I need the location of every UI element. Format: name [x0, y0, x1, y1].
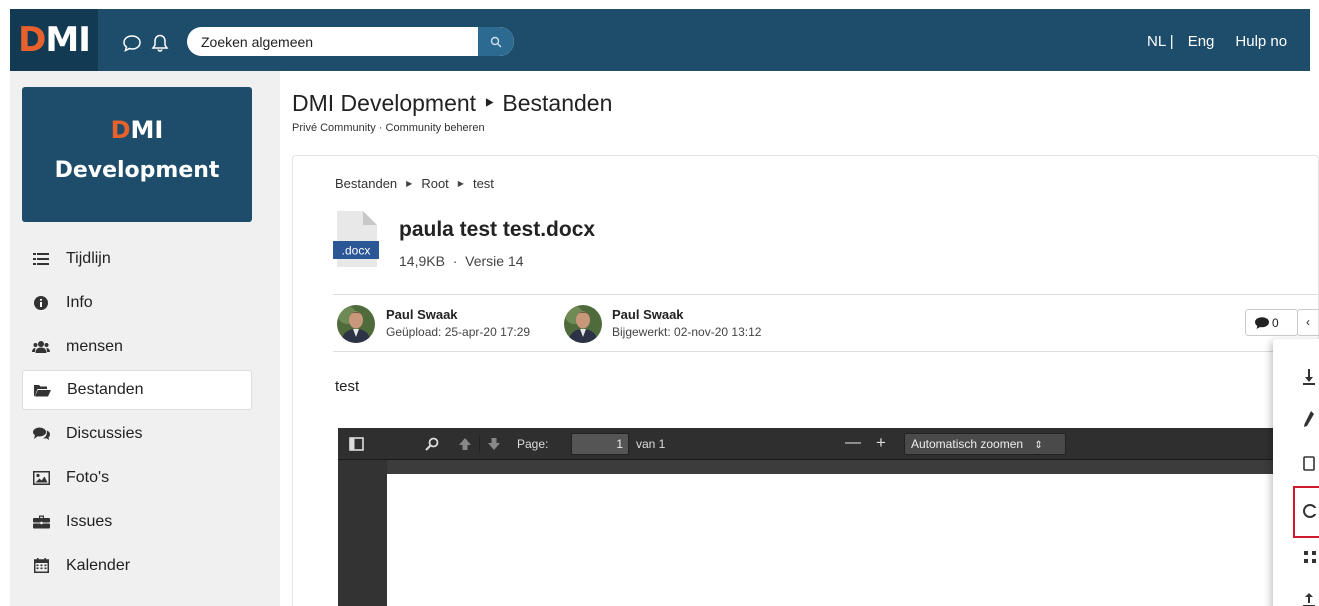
updater-name[interactable]: Paul Swaak: [612, 307, 684, 322]
image-icon: [32, 470, 50, 486]
uploader-avatar[interactable]: [337, 305, 375, 343]
actions-dropdown-button[interactable]: ‹: [1297, 309, 1319, 336]
comments-count: 0: [1272, 315, 1279, 330]
download-icon[interactable]: [1299, 365, 1319, 389]
briefcase-icon: [32, 514, 50, 530]
breadcrumb-item-root[interactable]: Root: [421, 176, 448, 191]
sidebar: DMI Development Tijdlijn Info mensen Bes…: [10, 71, 280, 606]
sidebar-item-label: Foto's: [66, 468, 110, 486]
docx-file-icon: .docx: [333, 211, 379, 267]
upload-date: Geüpload: 25-apr-20 17:29: [386, 325, 531, 339]
previous-page-icon[interactable]: [457, 436, 473, 452]
lang-en-link[interactable]: Eng: [1188, 33, 1215, 50]
sidebar-item-discussies[interactable]: Discussies: [22, 414, 252, 454]
file-extension-badge: .docx: [342, 244, 371, 258]
help-link[interactable]: Hulp no: [1235, 33, 1287, 50]
brand-name: Development: [54, 158, 220, 183]
sidebar-item-label: Kalender: [66, 556, 131, 574]
community-brand-tile[interactable]: DMI Development: [22, 87, 252, 222]
sidebar-item-fotos[interactable]: Foto's: [22, 458, 252, 498]
top-navigation-bar: DMI NL | Eng Hulp no: [10, 9, 1310, 71]
comments-button[interactable]: 0: [1245, 309, 1298, 336]
top-links: NL | Eng Hulp no: [1147, 30, 1287, 52]
search-icon: [490, 36, 502, 47]
viewer-toolbar: Page: van 1 — + Automatisch zoomen ⇕: [338, 428, 1318, 460]
brand-logo: DMI: [110, 116, 164, 144]
sidebar-item-label: Tijdlijn: [66, 250, 111, 267]
divider: [333, 351, 1319, 352]
zoom-out-button[interactable]: —: [845, 434, 861, 452]
comment-icon: [1255, 316, 1269, 329]
toolbar-separator: [479, 436, 480, 452]
file-meta: 14,9KB · Versie 14: [399, 253, 524, 269]
divider: [333, 294, 1319, 295]
breadcrumb-item-test[interactable]: test: [473, 176, 494, 191]
sidebar-nav: Tijdlijn Info mensen Bestanden Discussie…: [22, 239, 252, 589]
share-icon[interactable]: [1299, 589, 1319, 606]
file-name: paula test test.docx: [399, 218, 596, 241]
breadcrumb-item-bestanden[interactable]: Bestanden: [335, 176, 397, 191]
global-search: [187, 27, 514, 56]
search-button[interactable]: [478, 27, 514, 56]
sidebar-item-mensen[interactable]: mensen: [22, 327, 252, 367]
folder-open-icon: [33, 382, 51, 398]
page-title: DMI Development ‣ Bestanden: [292, 90, 613, 116]
dmi-logo[interactable]: DMI: [10, 9, 98, 71]
file-detail-card: Bestanden ▶ Root ▶ test .docx paula test…: [292, 155, 1319, 606]
sidebar-item-kalender[interactable]: Kalender: [22, 546, 252, 586]
sidebar-item-label: Issues: [66, 512, 113, 530]
chat-icon[interactable]: [122, 33, 142, 53]
sidebar-item-info[interactable]: Info: [22, 283, 252, 323]
sidebar-item-label: Info: [66, 293, 93, 311]
copy-icon[interactable]: [1299, 451, 1319, 475]
page-subtitle: Privé Community · Community beheren: [292, 122, 485, 134]
page-number-input[interactable]: [571, 433, 629, 455]
document-viewer: Page: van 1 — + Automatisch zoomen ⇕: [338, 428, 1318, 606]
next-page-icon[interactable]: [486, 436, 502, 452]
edit-icon[interactable]: [1299, 407, 1319, 431]
breadcrumb-separator-icon: ▶: [406, 179, 413, 188]
search-input[interactable]: [187, 27, 477, 56]
select-arrows-icon: ⇕: [1034, 440, 1043, 451]
find-icon[interactable]: [424, 436, 440, 452]
sidebar-item-label: Bestanden: [67, 381, 144, 399]
updater-avatar[interactable]: [564, 305, 602, 343]
info-icon: [32, 295, 50, 311]
sidebar-item-tijdlijn[interactable]: Tijdlijn: [22, 239, 252, 279]
sidebar-item-issues[interactable]: Issues: [22, 502, 252, 542]
uploader-name[interactable]: Paul Swaak: [386, 307, 458, 322]
history-icon[interactable]: [1299, 499, 1319, 523]
bell-icon[interactable]: [150, 33, 170, 53]
page-total: van 1: [636, 437, 666, 451]
update-date: Bijgewerkt: 02-nov-20 13:12: [612, 325, 762, 339]
viewer-sidebar-gutter: [338, 460, 387, 606]
sidebar-toggle-icon[interactable]: [349, 436, 365, 452]
breadcrumb: Bestanden ▶ Root ▶ test: [335, 176, 494, 191]
sidebar-item-label: mensen: [66, 337, 123, 355]
sidebar-item-bestanden[interactable]: Bestanden: [22, 370, 252, 411]
file-actions-menu: [1273, 339, 1319, 606]
breadcrumb-separator-icon: ▶: [457, 179, 464, 188]
comments-icon: [32, 426, 50, 442]
lang-nl-link[interactable]: NL |: [1147, 33, 1174, 50]
calendar-icon: [32, 558, 50, 574]
zoom-in-button[interactable]: +: [876, 433, 886, 453]
users-icon: [32, 339, 50, 355]
list-icon: [32, 251, 50, 267]
page-label: Page:: [517, 437, 549, 451]
move-icon[interactable]: [1299, 545, 1319, 569]
file-description: test: [335, 378, 360, 395]
zoom-select[interactable]: Automatisch zoomen ⇕: [904, 433, 1066, 455]
document-page: [387, 474, 1318, 606]
sidebar-item-label: Discussies: [66, 425, 143, 443]
